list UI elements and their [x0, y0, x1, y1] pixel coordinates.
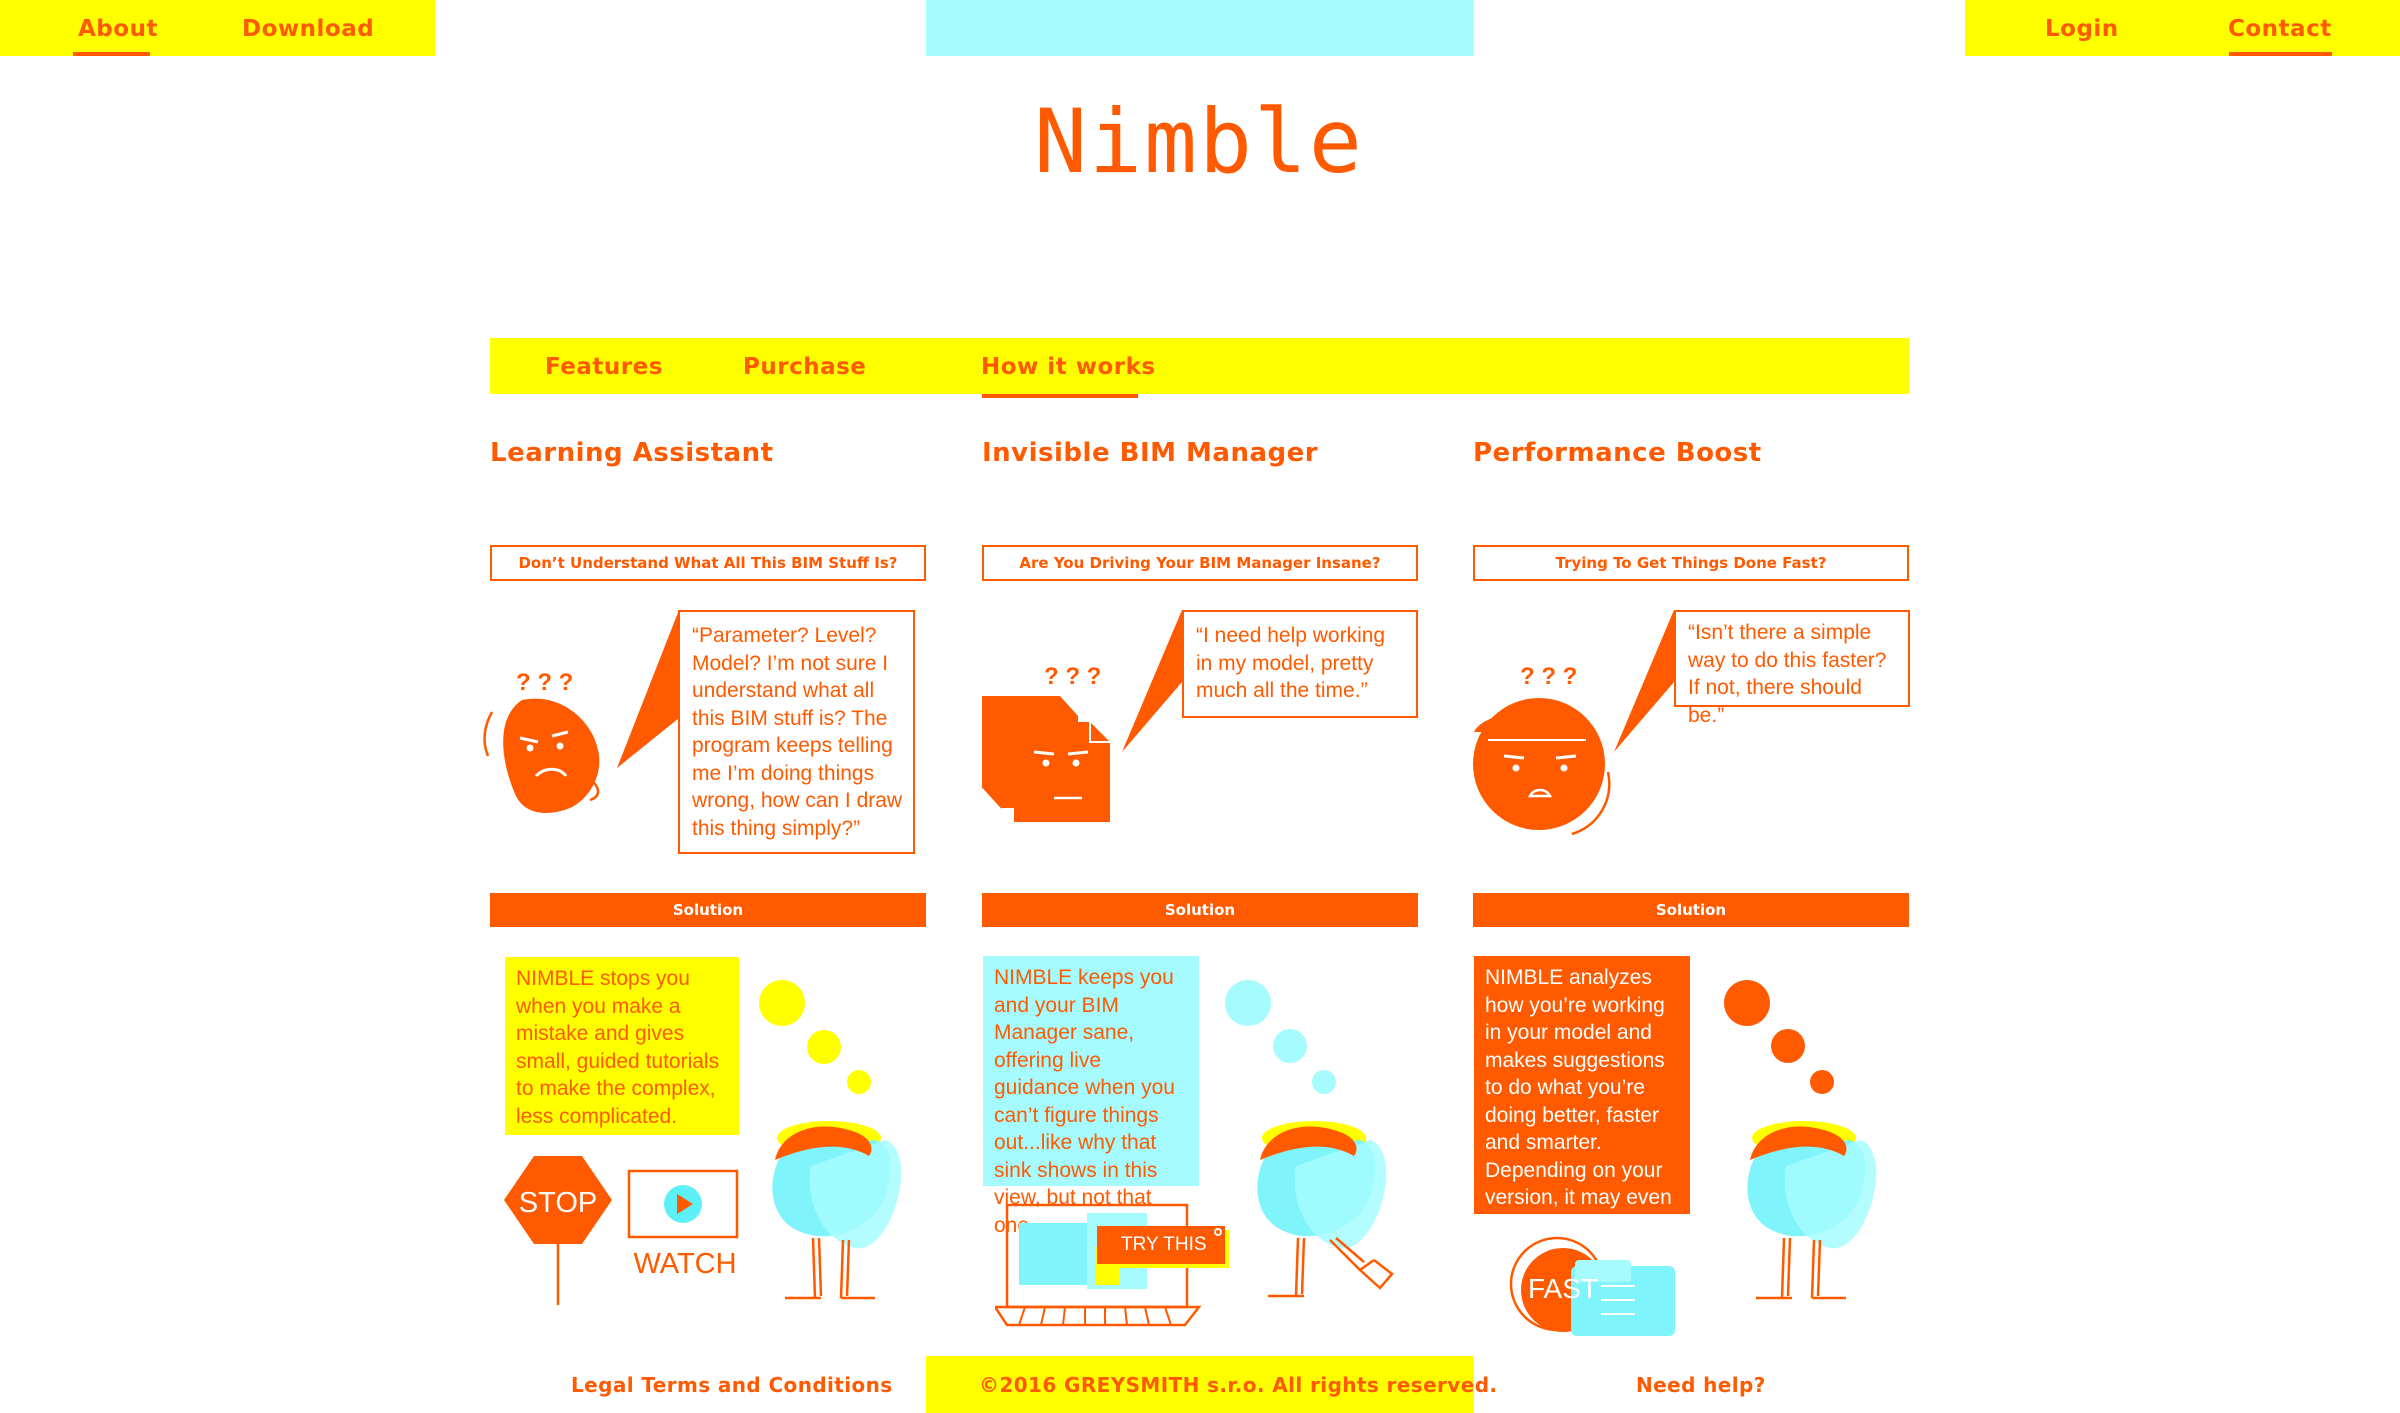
tab-how-it-works-underline	[982, 394, 1138, 398]
speech-bubble-tail	[1122, 610, 1182, 752]
col1-quote-bubble: “Parameter? Level? Model? I’m not sure I…	[678, 610, 915, 854]
footer-copyright: ©2016 GREYSMITH s.r.o. All rights reserv…	[979, 1373, 1498, 1397]
col1-question: Don’t Understand What All This BIM Stuff…	[490, 545, 926, 581]
watch-label: WATCH	[633, 1248, 736, 1280]
thinking-character-illustration-1	[759, 980, 902, 1300]
col1-solution-text: NIMBLE stops you when you make a mistake…	[505, 957, 739, 1135]
logo[interactable]: Nimble	[1034, 90, 1364, 193]
nav-contact[interactable]: Contact	[2228, 16, 2332, 42]
nav-download[interactable]: Download	[242, 16, 374, 42]
top-nav-right	[1965, 0, 2400, 56]
col2-solution-header: Solution	[982, 893, 1418, 927]
col1-title: Learning Assistant	[490, 438, 774, 468]
nav-contact-underline	[2229, 52, 2332, 56]
col3-solution-text: NIMBLE analyzes how you’re working in yo…	[1474, 956, 1690, 1237]
document-character-illustration: ? ? ?	[981, 663, 1110, 822]
col3-title: Performance Boost	[1473, 438, 1762, 468]
tab-features[interactable]: Features	[545, 354, 663, 380]
nav-about[interactable]: About	[78, 16, 158, 42]
question-marks: ? ? ?	[1520, 663, 1577, 690]
tab-how-it-works[interactable]: How it works	[981, 354, 1156, 380]
footer-legal-link[interactable]: Legal Terms and Conditions	[571, 1373, 893, 1397]
col3-question: Trying To Get Things Done Fast?	[1473, 545, 1909, 581]
col3-solution-header: Solution	[1473, 893, 1909, 927]
col2-quote-bubble: “I need help working in my model, pretty…	[1182, 610, 1418, 718]
nav-about-underline	[73, 52, 150, 56]
footer-help-link[interactable]: Need help?	[1636, 1373, 1766, 1397]
stop-sign-icon: STOP	[504, 1156, 612, 1305]
speech-bubble-tail	[1614, 610, 1674, 752]
try-this-button[interactable]: TRY THIS	[1097, 1226, 1225, 1264]
fast-button-icon: FAST	[1509, 1236, 1675, 1336]
fast-label: FAST	[1528, 1273, 1598, 1304]
tab-purchase[interactable]: Purchase	[743, 354, 866, 380]
col3-quote-bubble: “Isn’t there a simple way to do this fas…	[1674, 610, 1910, 727]
thinking-character-illustration-3	[1724, 980, 1877, 1300]
question-marks: ? ? ?	[516, 669, 573, 696]
stressed-character-illustration: ? ? ?	[1473, 663, 1611, 836]
col2-solution-text: NIMBLE keeps you and your BIM Manager sa…	[983, 956, 1199, 1237]
col2-title: Invisible BIM Manager	[982, 438, 1319, 468]
top-accent-block	[926, 0, 1474, 56]
thinking-character-illustration-2	[1225, 980, 1394, 1298]
speech-bubble-tail	[617, 610, 679, 768]
col2-question: Are You Driving Your BIM Manager Insane?	[982, 545, 1418, 581]
laptop-icon	[995, 1203, 1202, 1327]
question-marks: ? ? ?	[1044, 663, 1101, 690]
col1-solution-header: Solution	[490, 893, 926, 927]
stop-label: STOP	[519, 1187, 597, 1219]
try-this-label: TRY THIS	[1121, 1234, 1207, 1255]
nav-login[interactable]: Login	[2045, 16, 2119, 42]
sub-nav-bar	[490, 338, 1909, 394]
